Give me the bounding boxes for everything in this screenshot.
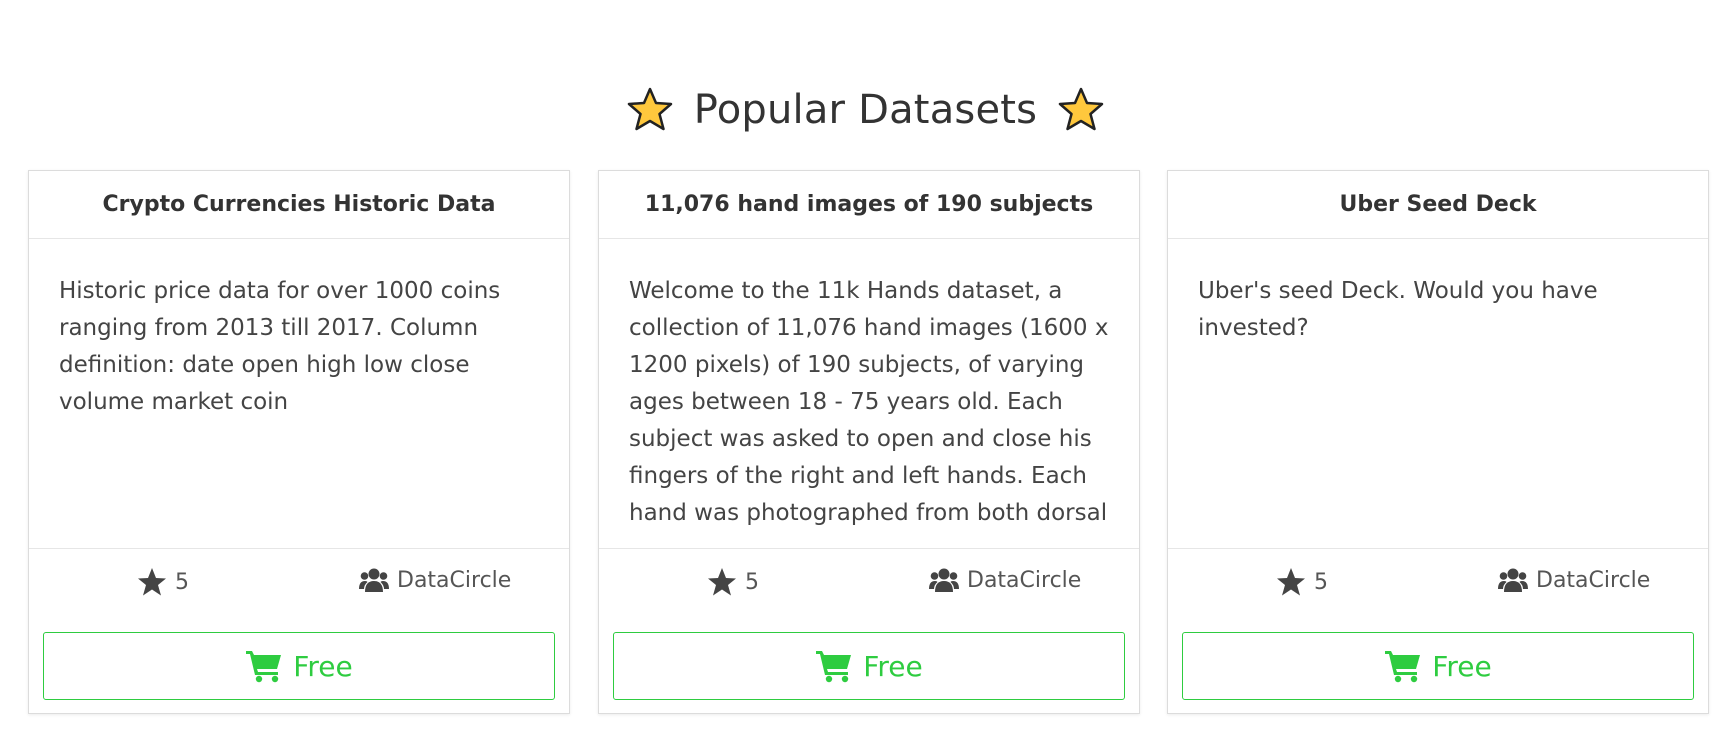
star-icon bbox=[1058, 87, 1104, 131]
dataset-card[interactable]: Uber Seed Deck Uber's seed Deck. Would y… bbox=[1167, 170, 1709, 714]
page-title: Popular Datasets bbox=[693, 87, 1038, 133]
button-label: Free bbox=[863, 649, 923, 683]
shopping-cart-icon bbox=[246, 651, 282, 683]
get-free-button[interactable]: Free bbox=[613, 632, 1125, 700]
owner[interactable]: DataCircle bbox=[929, 567, 1081, 593]
get-free-button[interactable]: Free bbox=[43, 632, 555, 700]
rating: 5 bbox=[1276, 567, 1328, 597]
dataset-title[interactable]: Crypto Currencies Historic Data bbox=[29, 171, 569, 239]
dataset-title[interactable]: Uber Seed Deck bbox=[1168, 171, 1708, 239]
card-footer: 5 DataCircle Free bbox=[1168, 548, 1708, 714]
shopping-cart-icon bbox=[1385, 651, 1421, 683]
dataset-card[interactable]: 11,076 hand images of 190 subjects Welco… bbox=[598, 170, 1140, 714]
section-heading: Popular Datasets bbox=[0, 86, 1731, 134]
star-icon bbox=[627, 87, 673, 131]
rating-value: 5 bbox=[175, 569, 189, 595]
rating: 5 bbox=[707, 567, 759, 597]
dataset-card[interactable]: Crypto Currencies Historic Data Historic… bbox=[28, 170, 570, 714]
users-icon bbox=[359, 568, 389, 592]
dataset-description: Welcome to the 11k Hands dataset, a coll… bbox=[629, 278, 1109, 526]
button-label: Free bbox=[1432, 649, 1492, 683]
dataset-description: Historic price data for over 1000 coins … bbox=[59, 278, 501, 415]
card-footer: 5 DataCircle Free bbox=[29, 548, 569, 714]
card-footer: 5 DataCircle Free bbox=[599, 548, 1139, 714]
owner[interactable]: DataCircle bbox=[1498, 567, 1650, 593]
star-icon bbox=[138, 568, 166, 596]
rating-value: 5 bbox=[745, 569, 759, 595]
star-icon bbox=[1277, 568, 1305, 596]
get-free-button[interactable]: Free bbox=[1182, 632, 1694, 700]
dataset-title[interactable]: 11,076 hand images of 190 subjects bbox=[599, 171, 1139, 239]
rating-value: 5 bbox=[1314, 569, 1328, 595]
users-icon bbox=[1498, 568, 1528, 592]
owner-name[interactable]: DataCircle bbox=[967, 568, 1081, 593]
owner-name[interactable]: DataCircle bbox=[397, 568, 511, 593]
users-icon bbox=[929, 568, 959, 592]
owner[interactable]: DataCircle bbox=[359, 567, 511, 593]
star-icon bbox=[708, 568, 736, 596]
shopping-cart-icon bbox=[816, 651, 852, 683]
rating: 5 bbox=[137, 567, 189, 597]
owner-name[interactable]: DataCircle bbox=[1536, 568, 1650, 593]
button-label: Free bbox=[293, 649, 353, 683]
dataset-description: Uber's seed Deck. Would you have investe… bbox=[1198, 278, 1598, 341]
